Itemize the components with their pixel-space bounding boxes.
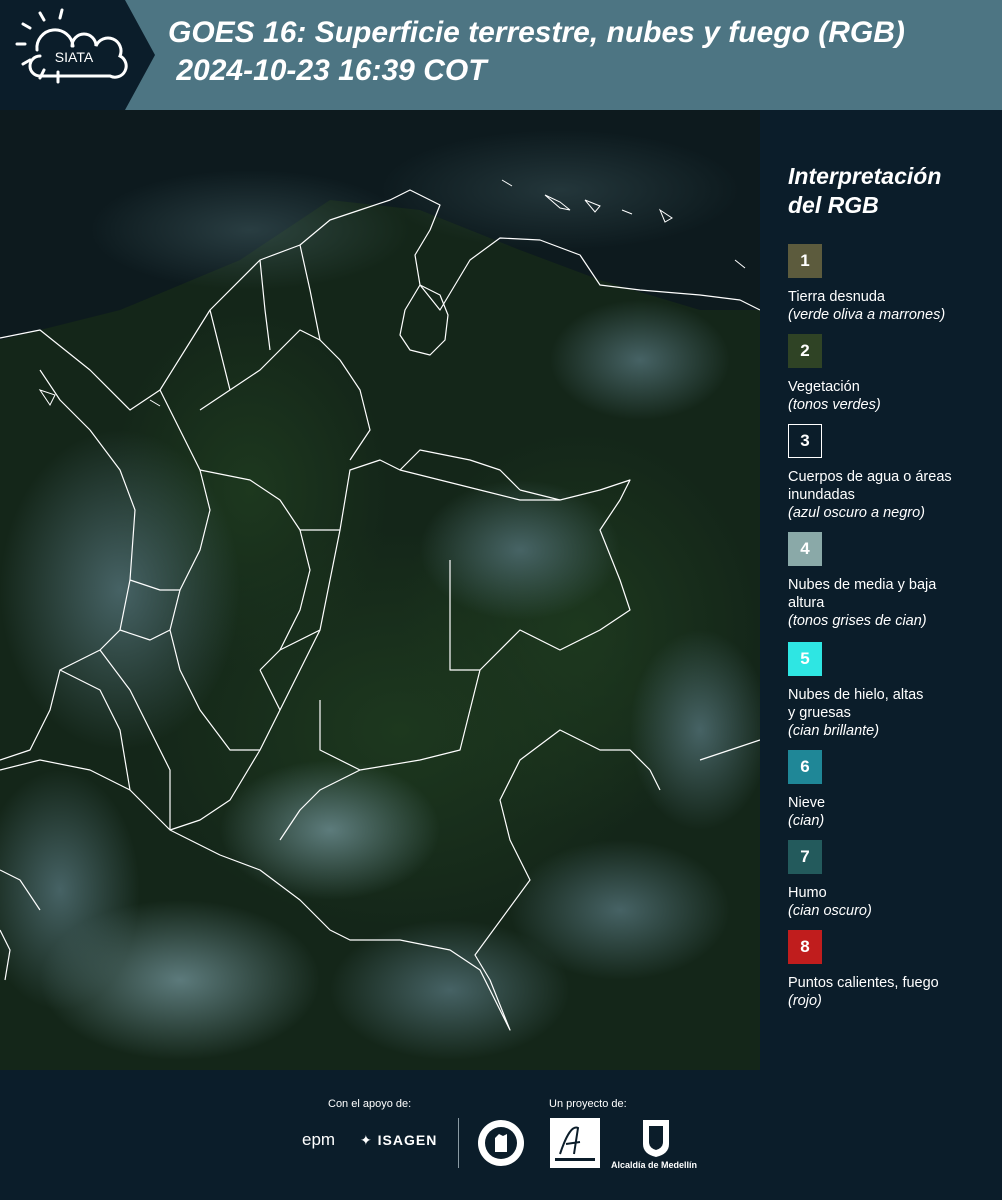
epm-logo: epm — [302, 1130, 336, 1149]
legend-item-hint: (rojo) — [788, 993, 822, 1009]
project-label: Un proyecto de: — [549, 1098, 627, 1110]
legend-title: Interpretación del RGB — [788, 162, 988, 220]
legend-item-hint: (tonos grises de cian) — [788, 613, 927, 629]
legend-item-hint: (cian) — [788, 813, 825, 829]
legend-item-label: Nieve — [788, 795, 826, 811]
title-line-2: 2024-10-23 16:39 COT — [168, 54, 487, 87]
siata-logo: SIATA — [0, 0, 155, 110]
legend-swatch: 4 — [788, 532, 822, 566]
legend-swatch: 2 — [788, 334, 822, 368]
legend-item-label: Vegetación — [788, 379, 860, 395]
legend-item-bare-land: 1 Tierra desnuda (verde oliva a marrones… — [788, 244, 998, 324]
area-metropolitana-logo-icon — [550, 1118, 600, 1168]
legend-item-label: Cuerpos de agua o áreas inundadas — [788, 469, 952, 503]
isagen-text: ISAGEN — [377, 1132, 438, 1148]
legend-title-line-2: del RGB — [788, 192, 879, 218]
legend-item-label: Tierra desnuda — [788, 289, 885, 305]
legend-swatch: 7 — [788, 840, 822, 874]
footer-divider — [458, 1118, 459, 1168]
legend-item-label: Puntos calientes, fuego — [788, 975, 939, 991]
legend-panel: Interpretación del RGB 1 Tierra desnuda … — [760, 110, 1002, 1070]
legend-item-smoke: 7 Humo (cian oscuro) — [788, 840, 998, 920]
siata-logo-icon: SIATA — [0, 0, 155, 110]
page-title: GOES 16: Superficie terrestre, nubes y f… — [168, 14, 998, 90]
support-label: Con el apoyo de: — [328, 1098, 412, 1110]
legend-item-snow: 6 Nieve (cian) — [788, 750, 998, 830]
legend-item-low-clouds: 4 Nubes de media y baja altura (tonos gr… — [788, 532, 998, 630]
header-bar: SIATA GOES 16: Superficie terrestre, nub… — [0, 0, 1002, 110]
legend-title-line-1: Interpretación — [788, 163, 942, 189]
legend-item-label: Humo — [788, 885, 827, 901]
legend-item-label: Nubes de media y baja altura — [788, 577, 937, 611]
svg-text:SIATA: SIATA — [55, 49, 94, 65]
legend-item-hint: (cian brillante) — [788, 723, 880, 739]
legend-item-hint: (tonos verdes) — [788, 397, 881, 413]
legend-item-fire: 8 Puntos calientes, fuego (rojo) — [788, 930, 998, 1010]
legend-item-hint: (cian oscuro) — [788, 903, 872, 919]
seal-logo-icon — [478, 1120, 524, 1166]
legend-item-vegetation: 2 Vegetación (tonos verdes) — [788, 334, 998, 414]
satellite-rgb-image — [0, 110, 760, 1070]
legend-item-ice-clouds: 5 Nubes de hielo, altas y gruesas (cian … — [788, 642, 998, 740]
satellite-map — [0, 110, 760, 1070]
legend-swatch: 8 — [788, 930, 822, 964]
title-line-1: GOES 16: Superficie terrestre, nubes y f… — [168, 16, 905, 49]
legend-item-water: 3 Cuerpos de agua o áreas inundadas (azu… — [788, 424, 998, 522]
isagen-logo: ✦ ISAGEN — [360, 1132, 437, 1149]
legend-swatch: 1 — [788, 244, 822, 278]
legend-swatch: 6 — [788, 750, 822, 784]
alcaldia-label: Alcaldía de Medellín — [611, 1160, 698, 1170]
legend-swatch: 5 — [788, 642, 822, 676]
footer: Con el apoyo de: Un proyecto de: epm ✦ I… — [0, 1070, 1002, 1200]
isagen-icon: ✦ — [360, 1132, 373, 1148]
alcaldia-shield-icon — [643, 1120, 669, 1157]
legend-item-label: Nubes de hielo, altas y gruesas — [788, 687, 924, 721]
legend-item-hint: (azul oscuro a negro) — [788, 505, 926, 521]
legend-item-hint: (verde oliva a marrones) — [788, 307, 946, 323]
legend-swatch: 3 — [788, 424, 822, 458]
